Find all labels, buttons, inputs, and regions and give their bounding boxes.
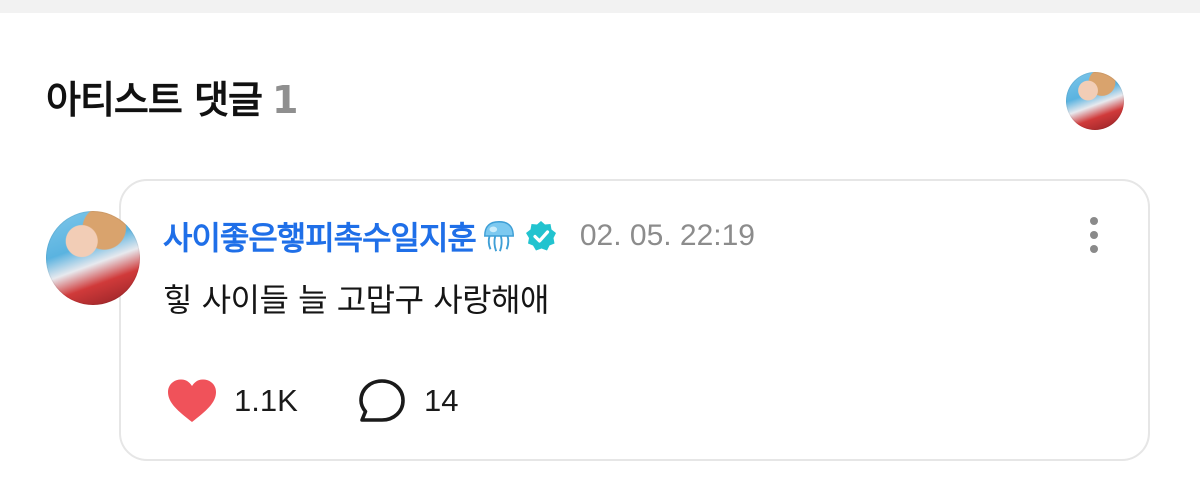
jellyfish-emoji-icon xyxy=(483,221,514,252)
comment-timestamp: 02. 05. 22:19 xyxy=(579,219,755,252)
reply-button[interactable]: 14 xyxy=(356,376,458,426)
comment-count: 1 xyxy=(272,78,298,122)
heart-icon xyxy=(168,379,216,422)
comment-author-name[interactable]: 사이좋은햏피촉수일지훈 xyxy=(163,213,477,259)
comment-body: 힣 사이들 늘 고맙구 사랑해애 xyxy=(163,281,549,319)
section-title: 아티스트 댓글 xyxy=(46,78,263,122)
reply-count: 14 xyxy=(424,383,459,418)
speech-bubble-icon xyxy=(359,379,405,422)
verified-badge-icon xyxy=(525,221,556,251)
more-options-button[interactable] xyxy=(1080,213,1108,257)
more-vertical-icon xyxy=(1090,231,1098,239)
like-count: 1.1K xyxy=(234,383,298,418)
like-button[interactable]: 1.1K xyxy=(166,376,298,426)
comment-author-row: 사이좋은햏피촉수일지훈 02. 05. 22:19 xyxy=(163,212,755,260)
comment-author-avatar[interactable] xyxy=(46,211,140,305)
more-vertical-icon xyxy=(1090,217,1098,225)
section-header: 아티스트 댓글 1 xyxy=(46,76,298,124)
top-divider-bar xyxy=(0,0,1200,13)
more-vertical-icon xyxy=(1090,245,1098,253)
header-artist-avatar[interactable] xyxy=(1066,72,1124,130)
